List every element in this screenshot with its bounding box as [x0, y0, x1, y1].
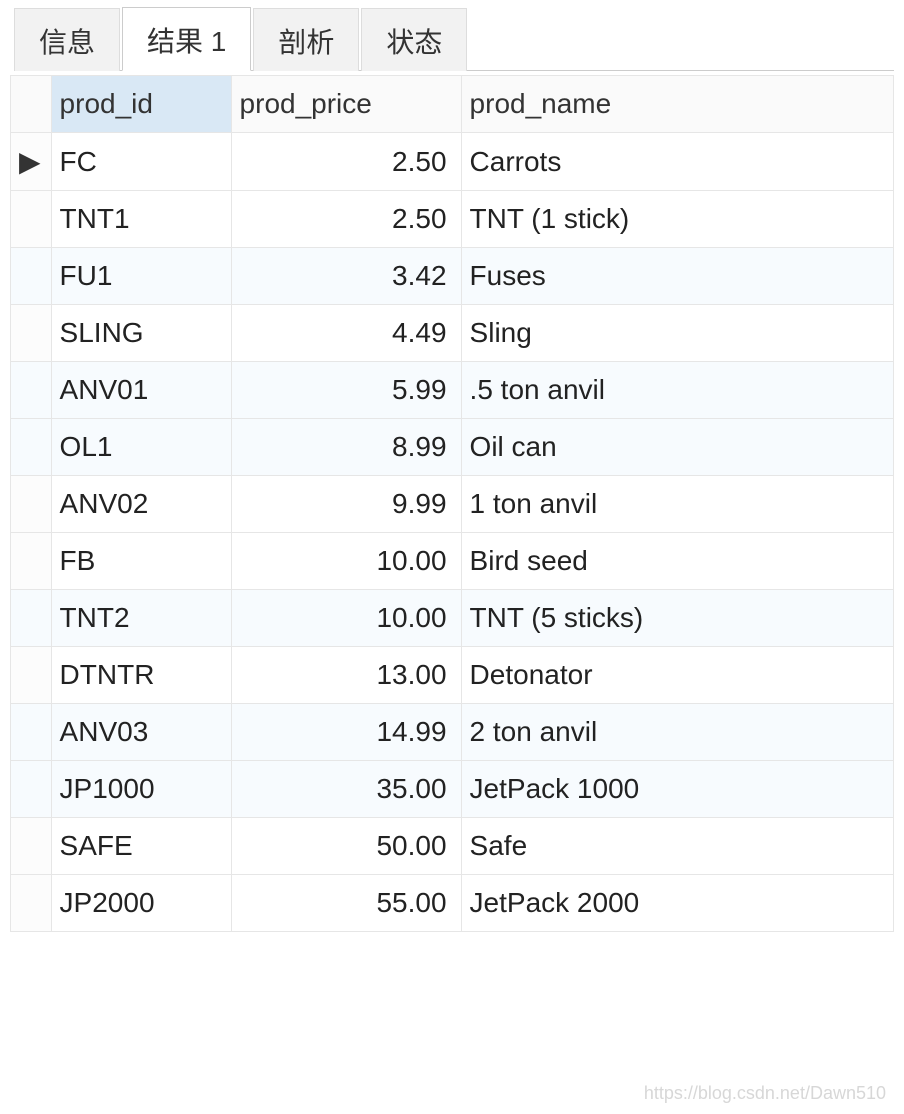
result-grid: prod_id prod_price prod_name ▶ FC 2.50 C… [10, 75, 894, 932]
cell-prod-id: JP1000 [51, 761, 231, 818]
cell-prod-id: ANV02 [51, 476, 231, 533]
col-header-prod-price[interactable]: prod_price [231, 76, 461, 133]
cell-prod-price: 9.99 [231, 476, 461, 533]
cell-prod-price: 13.00 [231, 647, 461, 704]
table-row[interactable]: SAFE 50.00 Safe [11, 818, 894, 875]
row-gutter [11, 647, 52, 704]
cell-prod-price: 8.99 [231, 419, 461, 476]
cell-prod-id: TNT2 [51, 590, 231, 647]
header-row: prod_id prod_price prod_name [11, 76, 894, 133]
cell-prod-name: 1 ton anvil [461, 476, 893, 533]
cell-prod-id: ANV01 [51, 362, 231, 419]
table-row[interactable]: ▶ FC 2.50 Carrots [11, 133, 894, 191]
cell-prod-price: 10.00 [231, 533, 461, 590]
table-row[interactable]: FB 10.00 Bird seed [11, 533, 894, 590]
cell-prod-id: FC [51, 133, 231, 191]
row-gutter [11, 419, 52, 476]
table-row[interactable]: TNT1 2.50 TNT (1 stick) [11, 191, 894, 248]
cell-prod-name: Bird seed [461, 533, 893, 590]
cell-prod-id: OL1 [51, 419, 231, 476]
row-gutter [11, 305, 52, 362]
cell-prod-id: TNT1 [51, 191, 231, 248]
table-row[interactable]: FU1 3.42 Fuses [11, 248, 894, 305]
cell-prod-id: JP2000 [51, 875, 231, 932]
watermark-text: https://blog.csdn.net/Dawn510 [644, 1083, 886, 1104]
cell-prod-price: 4.49 [231, 305, 461, 362]
row-gutter [11, 818, 52, 875]
cell-prod-id: DTNTR [51, 647, 231, 704]
cell-prod-name: Detonator [461, 647, 893, 704]
cell-prod-name: JetPack 1000 [461, 761, 893, 818]
table-row[interactable]: JP1000 35.00 JetPack 1000 [11, 761, 894, 818]
cell-prod-name: Fuses [461, 248, 893, 305]
cell-prod-name: TNT (1 stick) [461, 191, 893, 248]
row-gutter [11, 362, 52, 419]
table-row[interactable]: DTNTR 13.00 Detonator [11, 647, 894, 704]
row-gutter [11, 590, 52, 647]
cell-prod-name: Carrots [461, 133, 893, 191]
cell-prod-price: 35.00 [231, 761, 461, 818]
cell-prod-id: FU1 [51, 248, 231, 305]
row-gutter [11, 476, 52, 533]
tab-info[interactable]: 信息 [14, 8, 120, 71]
cell-prod-id: ANV03 [51, 704, 231, 761]
cell-prod-price: 2.50 [231, 191, 461, 248]
cell-prod-name: 2 ton anvil [461, 704, 893, 761]
cell-prod-name: Sling [461, 305, 893, 362]
row-gutter [11, 248, 52, 305]
table-row[interactable]: ANV03 14.99 2 ton anvil [11, 704, 894, 761]
cell-prod-price: 5.99 [231, 362, 461, 419]
cell-prod-name: JetPack 2000 [461, 875, 893, 932]
current-row-marker-icon: ▶ [11, 133, 52, 191]
cell-prod-name: TNT (5 sticks) [461, 590, 893, 647]
col-header-prod-name[interactable]: prod_name [461, 76, 893, 133]
cell-prod-id: SLING [51, 305, 231, 362]
cell-prod-price: 3.42 [231, 248, 461, 305]
tab-result-1[interactable]: 结果 1 [122, 7, 251, 71]
cell-prod-id: SAFE [51, 818, 231, 875]
cell-prod-name: Safe [461, 818, 893, 875]
row-gutter [11, 191, 52, 248]
row-gutter [11, 761, 52, 818]
cell-prod-price: 50.00 [231, 818, 461, 875]
row-gutter [11, 704, 52, 761]
table-row[interactable]: ANV02 9.99 1 ton anvil [11, 476, 894, 533]
tab-profile[interactable]: 剖析 [253, 8, 359, 71]
cell-prod-price: 10.00 [231, 590, 461, 647]
table-row[interactable]: ANV01 5.99 .5 ton anvil [11, 362, 894, 419]
row-gutter [11, 875, 52, 932]
cell-prod-price: 14.99 [231, 704, 461, 761]
cell-prod-name: .5 ton anvil [461, 362, 893, 419]
cell-prod-price: 2.50 [231, 133, 461, 191]
cell-prod-id: FB [51, 533, 231, 590]
table-row[interactable]: TNT2 10.00 TNT (5 sticks) [11, 590, 894, 647]
table-row[interactable]: OL1 8.99 Oil can [11, 419, 894, 476]
table-row[interactable]: JP2000 55.00 JetPack 2000 [11, 875, 894, 932]
tab-bar: 信息 结果 1 剖析 状态 [14, 6, 894, 71]
col-header-prod-id[interactable]: prod_id [51, 76, 231, 133]
tab-status[interactable]: 状态 [361, 8, 467, 71]
cell-prod-price: 55.00 [231, 875, 461, 932]
row-gutter [11, 533, 52, 590]
gutter-header [11, 76, 52, 133]
table-row[interactable]: SLING 4.49 Sling [11, 305, 894, 362]
cell-prod-name: Oil can [461, 419, 893, 476]
